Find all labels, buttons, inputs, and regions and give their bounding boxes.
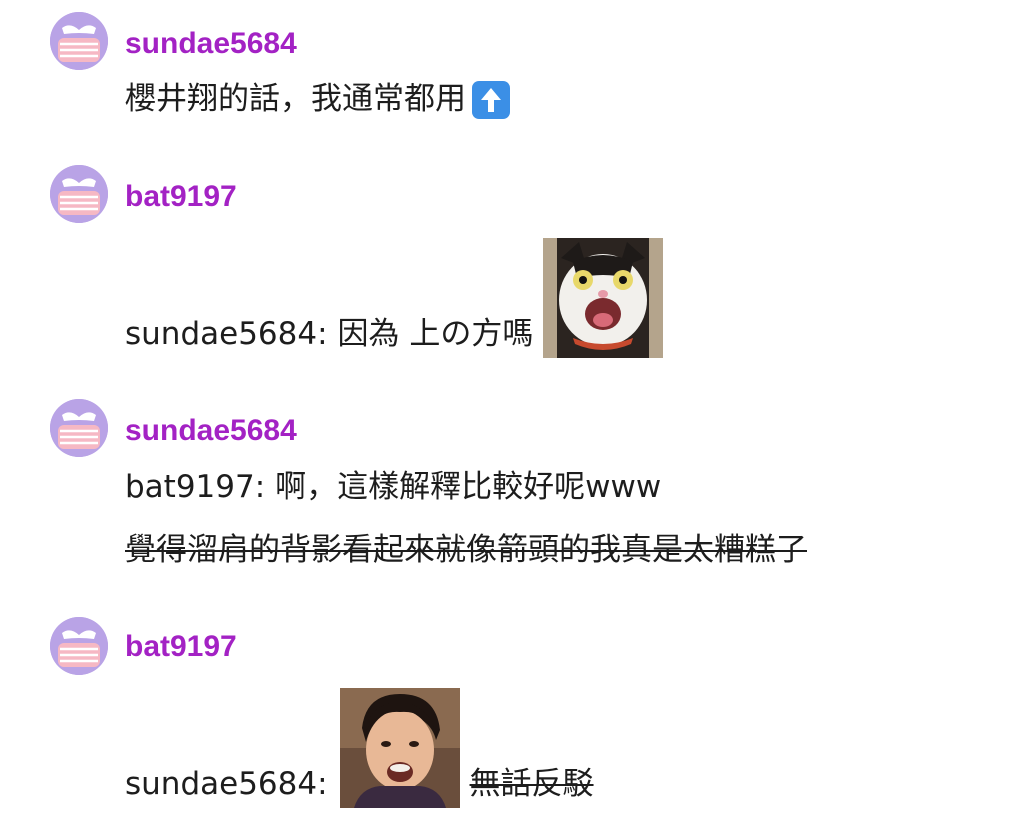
message-body: 櫻井翔的話，我通常都用	[125, 81, 466, 117]
message-body: 啊，這樣解釋比較好呢www	[275, 469, 662, 505]
avatar[interactable]	[50, 399, 108, 457]
masked-face-icon	[50, 617, 108, 675]
avatar[interactable]	[50, 617, 108, 675]
avatar[interactable]	[50, 165, 108, 223]
message-text: bat9197: 啊，這樣解釋比較好呢www	[125, 467, 661, 507]
masked-face-icon	[50, 12, 108, 70]
strikethrough-text: 覺得溜肩的背影看起來就像箭頭的我真是太糟糕了	[125, 530, 807, 570]
avatar[interactable]	[50, 12, 108, 70]
username[interactable]: bat9197	[125, 630, 237, 664]
reply-mention[interactable]: sundae5684:	[125, 764, 328, 808]
reply-mention[interactable]: bat9197:	[125, 467, 265, 507]
masked-face-icon	[50, 165, 108, 223]
message-text: 櫻井翔的話，我通常都用	[125, 79, 510, 119]
message-text: sundae5684: 因為 上の方嗎	[125, 236, 664, 358]
reply-mention[interactable]: sundae5684:	[125, 314, 328, 358]
strikethrough-text: 無話反駁	[469, 766, 594, 802]
message-body: 因為 上の方嗎	[337, 316, 534, 352]
up-arrow-emoji-icon	[472, 81, 510, 119]
message-text: sundae5684: 無話反駁	[125, 686, 594, 808]
masked-face-icon	[50, 399, 108, 457]
screaming-cat-sticker-icon[interactable]	[543, 238, 664, 358]
username[interactable]: sundae5684	[125, 414, 297, 448]
smiling-man-photo-sticker-icon[interactable]	[339, 688, 460, 808]
username[interactable]: bat9197	[125, 180, 237, 214]
username[interactable]: sundae5684	[125, 27, 297, 61]
message-body: 覺得溜肩的背影看起來就像箭頭的我真是太糟糕了	[125, 532, 807, 568]
